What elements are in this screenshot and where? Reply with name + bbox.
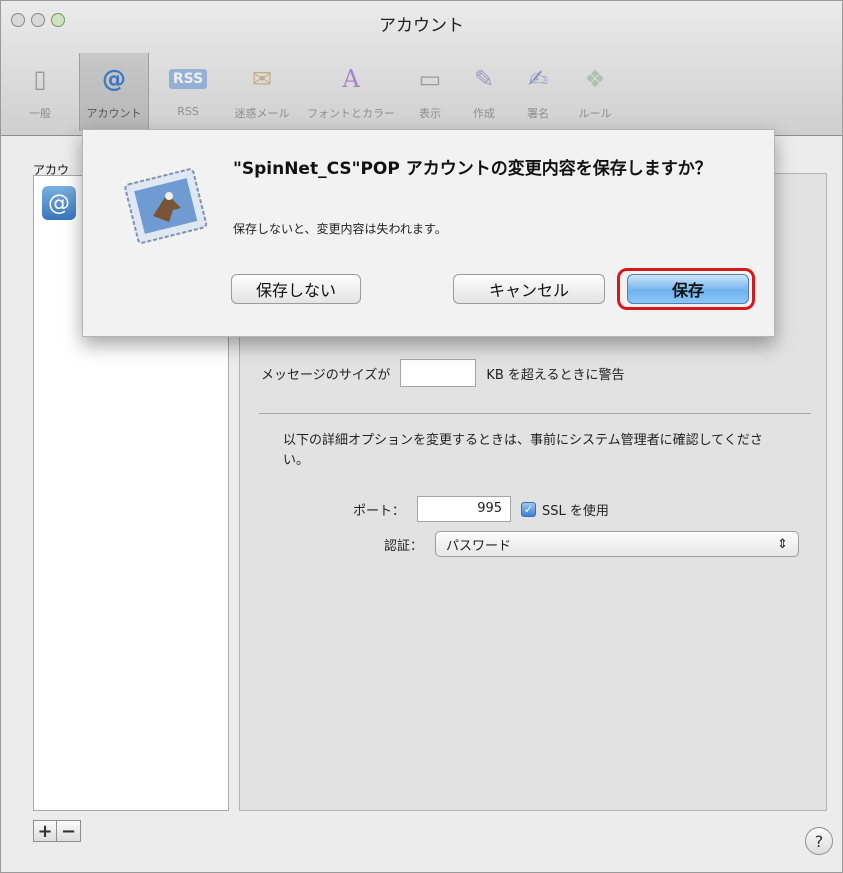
- port-field[interactable]: 995: [417, 496, 512, 522]
- tab-label: アカウント: [86, 107, 142, 120]
- account-at-icon: @: [42, 186, 76, 220]
- tab-signatures[interactable]: ✍ 署名: [513, 53, 563, 131]
- rss-icon: RSS: [168, 59, 208, 99]
- ssl-label: SSL を使用: [542, 503, 609, 519]
- tab-fonts-colors[interactable]: A フォントとカラー: [301, 53, 401, 131]
- save-button[interactable]: 保存: [627, 274, 749, 304]
- preferences-toolbar: ▯ 一般 @ アカウント RSS RSS ✉ 迷惑メール A フォントとカラー …: [5, 53, 623, 131]
- view-icon: ▭: [418, 65, 442, 93]
- help-button[interactable]: ?: [805, 827, 833, 855]
- tab-junk-mail[interactable]: ✉ 迷惑メール: [227, 53, 297, 131]
- tab-accounts[interactable]: @ アカウント: [79, 53, 149, 131]
- tab-general[interactable]: ▯ 一般: [5, 53, 75, 131]
- save-changes-dialog: "SpinNet_CS"POP アカウントの変更内容を保存しますか？ 保存しない…: [82, 129, 775, 337]
- tab-view[interactable]: ▭ 表示: [405, 53, 455, 131]
- tab-label: 表示: [419, 107, 441, 120]
- tab-rules[interactable]: ❖ ルール: [567, 53, 623, 131]
- dialog-buttons: 保存しない キャンセル 保存: [231, 268, 757, 310]
- tab-compose[interactable]: ✎ 作成: [459, 53, 509, 131]
- general-switch-icon: ▯: [33, 65, 47, 93]
- dialog-message: 保存しないと、変更内容は失われます。: [233, 222, 447, 236]
- tab-rss[interactable]: RSS RSS: [153, 53, 223, 131]
- rss-icon-text: RSS: [168, 69, 208, 89]
- auth-value: パスワード: [446, 538, 512, 554]
- tab-label: フォントとカラー: [307, 107, 395, 120]
- junk-mail-icon: ✉: [251, 65, 273, 93]
- compose-icon: ✎: [473, 65, 495, 93]
- tab-label: RSS: [177, 105, 199, 118]
- message-size-field[interactable]: [400, 359, 477, 387]
- mail-app-icon: [124, 168, 208, 244]
- updown-arrows-icon: ⇕: [777, 536, 789, 552]
- cancel-button[interactable]: キャンセル: [453, 274, 605, 304]
- font-color-icon: A: [342, 65, 360, 93]
- message-size-row: メッセージのサイズが KB を超えるときに警告: [261, 359, 625, 387]
- dont-save-button[interactable]: 保存しない: [231, 274, 361, 304]
- divider: [259, 413, 811, 414]
- tab-label: 署名: [527, 107, 549, 120]
- tab-label: 一般: [29, 107, 51, 120]
- auth-popup[interactable]: パスワード ⇕: [435, 531, 800, 557]
- preferences-window: アカウント ▯ 一般 @ アカウント RSS RSS ✉ 迷惑メール A フォン…: [0, 0, 843, 873]
- tab-label: 作成: [473, 107, 495, 120]
- signature-icon: ✍: [527, 65, 549, 93]
- size-label: メッセージのサイズが: [261, 367, 391, 383]
- port-label: ポート：: [353, 503, 406, 519]
- port-row: ポート： 995 ✓ SSL を使用: [353, 496, 609, 522]
- tab-label: ルール: [578, 107, 612, 120]
- title-toolbar: アカウント ▯ 一般 @ アカウント RSS RSS ✉ 迷惑メール A フォン…: [1, 1, 842, 136]
- account-list-controls: + −: [33, 820, 81, 842]
- add-account-button[interactable]: +: [33, 820, 57, 842]
- remove-account-button[interactable]: −: [57, 820, 81, 842]
- window-title: アカウント: [379, 16, 464, 36]
- ssl-checkbox[interactable]: ✓: [521, 501, 537, 517]
- auth-row: 認証： パスワード ⇕: [384, 531, 800, 557]
- tab-label: 迷惑メール: [234, 107, 290, 120]
- auth-label: 認証：: [384, 538, 424, 554]
- advanced-options-note: 以下の詳細オプションを変更するときは、事前にシステム管理者に確認してください。: [283, 433, 763, 468]
- at-sign-icon: @: [102, 65, 126, 93]
- rules-icon: ❖: [584, 65, 606, 93]
- size-suffix: KB を超えるときに警告: [486, 367, 625, 383]
- dialog-title: "SpinNet_CS"POP アカウントの変更内容を保存しますか？: [233, 159, 712, 179]
